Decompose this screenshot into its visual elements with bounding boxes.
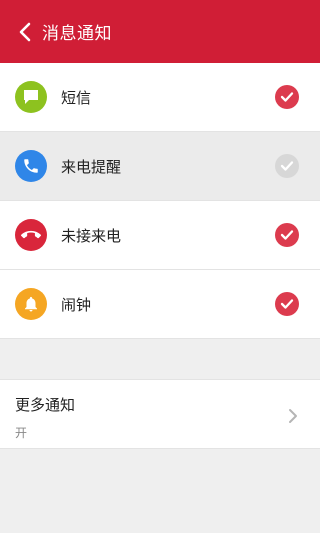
- chevron-right-icon: [289, 409, 297, 423]
- page-title: 消息通知: [42, 24, 112, 44]
- list-item-label: 短信: [61, 88, 92, 107]
- check-icon: [280, 92, 294, 102]
- list-item-label: 未接来电: [61, 226, 122, 245]
- more-notifications-item[interactable]: 更多通知 开: [0, 379, 320, 449]
- phone-icon: [15, 150, 47, 182]
- missed-call-icon: [15, 219, 47, 251]
- message-icon: [15, 81, 47, 113]
- section-divider: [0, 339, 320, 379]
- notification-list: 短信 来电提醒 未接来电 闹钟: [0, 63, 320, 339]
- more-notifications-status: 开: [15, 426, 28, 440]
- list-item-missed-call[interactable]: 未接来电: [0, 201, 320, 270]
- checkbox-missed-call[interactable]: [275, 223, 299, 247]
- checkbox-incoming-call[interactable]: [275, 154, 299, 178]
- bell-icon: [15, 288, 47, 320]
- check-icon: [280, 161, 294, 171]
- checkbox-alarm[interactable]: [275, 292, 299, 316]
- list-item-label: 闹钟: [61, 295, 92, 314]
- list-item-label: 来电提醒: [61, 157, 122, 176]
- back-button[interactable]: [8, 0, 42, 63]
- list-item-alarm[interactable]: 闹钟: [0, 270, 320, 339]
- title-bar: 消息通知: [0, 0, 320, 63]
- check-icon: [280, 299, 294, 309]
- chevron-left-icon: [19, 22, 31, 41]
- list-item-incoming-call[interactable]: 来电提醒: [0, 132, 320, 201]
- checkbox-sms[interactable]: [275, 85, 299, 109]
- check-icon: [280, 230, 294, 240]
- list-item-sms[interactable]: 短信: [0, 63, 320, 132]
- more-notifications-title: 更多通知: [15, 396, 76, 414]
